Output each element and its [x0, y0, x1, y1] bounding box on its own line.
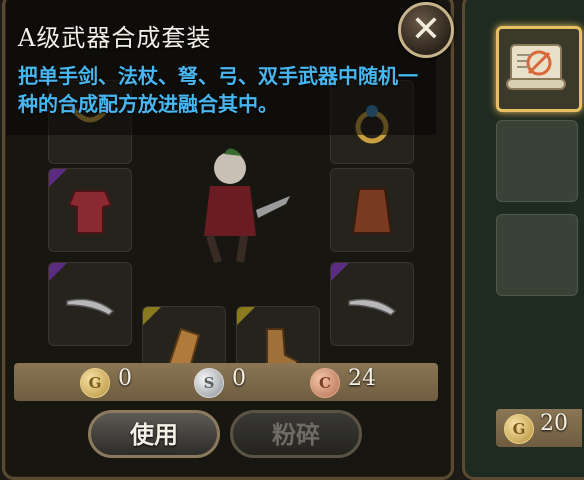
silver-amount: 0 [232, 366, 246, 391]
item-description: 把单手剑、法杖、弩、弓、双手武器中随机一种的合成配方放进融合其中。 [18, 64, 418, 116]
side-gold-coin-icon: G [504, 414, 534, 444]
gold-amount: 0 [118, 366, 132, 391]
equip-slot-weapon-right[interactable] [330, 262, 414, 346]
crush-button[interactable]: 粉碎 [230, 410, 362, 458]
close-button[interactable]: ✕ [398, 2, 454, 58]
gold-coin-icon: G [80, 368, 110, 398]
armor-icon [67, 190, 113, 234]
close-icon: ✕ [410, 9, 442, 50]
selected-scroll-slot[interactable] [496, 26, 582, 112]
silver-coin-icon: S [194, 368, 224, 398]
copper-coin-icon: C [310, 368, 340, 398]
side-gold-amount: 20 [540, 411, 568, 436]
character-portrait [204, 148, 290, 264]
equip-slot-armor[interactable] [48, 168, 132, 252]
recipe-scroll-icon [506, 44, 566, 90]
dagger-icon [348, 298, 397, 316]
cloak-icon [351, 188, 393, 234]
equip-slot-weapon-left[interactable] [48, 262, 132, 346]
item-title: A级武器合成套装 [18, 24, 212, 52]
copper-amount: 24 [348, 366, 376, 391]
dagger-icon [66, 298, 115, 316]
equip-slot-cloak[interactable] [330, 168, 414, 252]
inventory-slot-2[interactable] [496, 120, 578, 202]
use-button[interactable]: 使用 [88, 410, 220, 458]
inventory-slot-3[interactable] [496, 214, 578, 296]
